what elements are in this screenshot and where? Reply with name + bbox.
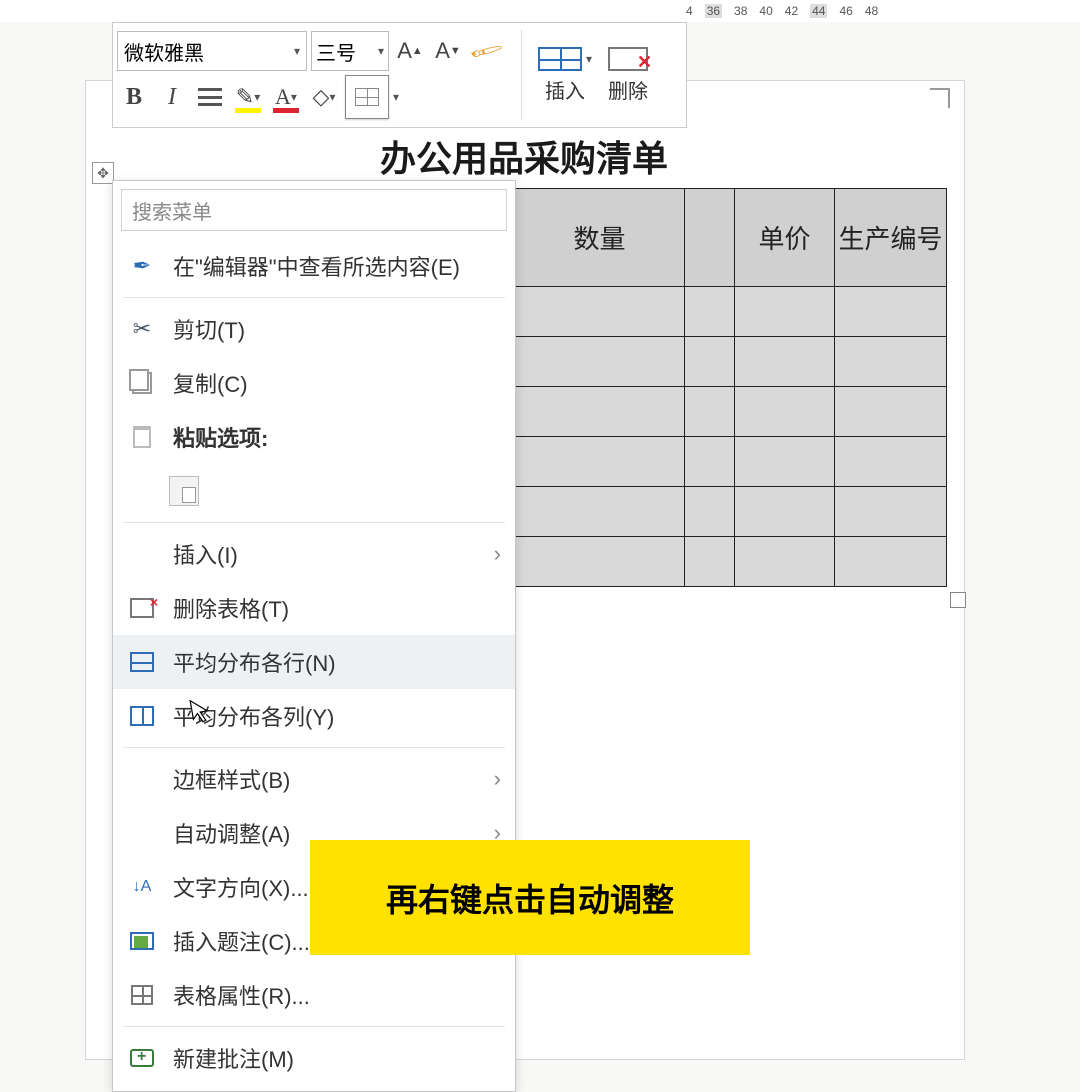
table-row bbox=[515, 537, 947, 587]
font-family-value: 微软雅黑 bbox=[124, 37, 204, 66]
delete-label: 删除 bbox=[608, 75, 648, 104]
table-row bbox=[515, 487, 947, 537]
chevron-right-icon: › bbox=[494, 541, 501, 567]
mini-toolbar: 微软雅黑 ▾ 三号 ▾ A▲ A▼ 🖌 B I ✎▾ A▾ ◇▾ ▾ ▾ bbox=[112, 22, 687, 128]
font-size-value: 三号 bbox=[316, 37, 356, 66]
borders-button[interactable] bbox=[345, 75, 389, 119]
menu-delete-table[interactable]: 删除表格(T) bbox=[113, 581, 515, 635]
bold-button[interactable]: B bbox=[117, 77, 151, 117]
chevron-down-icon[interactable]: ▾ bbox=[393, 90, 399, 104]
insert-table-icon bbox=[538, 47, 582, 71]
menu-copy[interactable]: 复制(C) bbox=[113, 356, 515, 410]
blank-icon bbox=[127, 764, 157, 794]
menu-label: 插入(I) bbox=[173, 538, 478, 570]
menu-label: 边框样式(B) bbox=[173, 763, 478, 795]
horizontal-ruler: 436384042444648 bbox=[0, 0, 1080, 22]
comment-icon bbox=[127, 1043, 157, 1073]
paste-option-keep-source[interactable] bbox=[113, 464, 515, 518]
menu-label: 表格属性(R)... bbox=[173, 979, 501, 1011]
table-header-price: 单价 bbox=[735, 189, 835, 287]
grid-icon bbox=[355, 88, 379, 106]
menu-label: 平均分布各列(Y) bbox=[173, 700, 501, 732]
menu-label: 平均分布各行(N) bbox=[173, 646, 501, 678]
page-margin-corner bbox=[930, 88, 950, 108]
insert-button[interactable]: ▾ 插入 bbox=[530, 43, 600, 108]
table-resize-handle[interactable] bbox=[950, 592, 966, 608]
line-spacing-button[interactable] bbox=[193, 77, 227, 117]
table-header-qty: 数量 bbox=[515, 189, 685, 287]
delete-table-icon bbox=[127, 593, 157, 623]
font-family-select[interactable]: 微软雅黑 ▾ bbox=[117, 31, 307, 71]
decrease-font-button[interactable]: A▼ bbox=[431, 31, 465, 71]
search-placeholder: 搜索菜单 bbox=[132, 196, 212, 225]
annotation-banner: 再右键点击自动调整 bbox=[310, 840, 750, 955]
menu-paste-options: 粘贴选项: bbox=[113, 410, 515, 464]
table-row bbox=[515, 387, 947, 437]
menu-new-comment[interactable]: 新建批注(M) bbox=[113, 1031, 515, 1085]
increase-font-button[interactable]: A▲ bbox=[393, 31, 427, 71]
menu-distribute-rows[interactable]: 平均分布各行(N) bbox=[113, 635, 515, 689]
menu-view-in-editor[interactable]: ✒ 在"编辑器"中查看所选内容(E) bbox=[113, 239, 515, 293]
annotation-text: 再右键点击自动调整 bbox=[386, 875, 674, 921]
table-move-handle[interactable]: ✥ bbox=[92, 162, 114, 184]
menu-table-properties[interactable]: 表格属性(R)... bbox=[113, 968, 515, 1022]
font-size-select[interactable]: 三号 ▾ bbox=[311, 31, 389, 71]
copy-icon bbox=[127, 368, 157, 398]
menu-label: 复制(C) bbox=[173, 367, 501, 399]
document-table[interactable]: 数量 单价 生产编号 bbox=[514, 188, 947, 587]
image-icon bbox=[127, 926, 157, 956]
text-direction-icon: ↓A bbox=[127, 872, 157, 902]
menu-label: 在"编辑器"中查看所选内容(E) bbox=[173, 250, 501, 282]
chevron-right-icon: › bbox=[494, 766, 501, 792]
pen-icon: ✒ bbox=[127, 251, 157, 281]
italic-button[interactable]: I bbox=[155, 77, 189, 117]
chevron-down-icon: ▾ bbox=[586, 52, 592, 66]
shading-button[interactable]: ◇▾ bbox=[307, 77, 341, 117]
table-header-blank bbox=[685, 189, 735, 287]
blank-icon bbox=[127, 539, 157, 569]
paste-option-icon bbox=[169, 476, 199, 506]
blank-icon bbox=[127, 818, 157, 848]
clipboard-icon bbox=[127, 422, 157, 452]
distribute-cols-icon bbox=[127, 701, 157, 731]
chevron-down-icon: ▾ bbox=[378, 44, 384, 58]
lines-icon bbox=[198, 88, 222, 106]
table-row bbox=[515, 337, 947, 387]
menu-insert[interactable]: 插入(I) › bbox=[113, 527, 515, 581]
menu-search-input[interactable]: 搜索菜单 bbox=[121, 189, 507, 231]
highlight-color-button[interactable]: ✎▾ bbox=[231, 77, 265, 117]
table-properties-icon bbox=[127, 980, 157, 1010]
menu-label: 新建批注(M) bbox=[173, 1042, 501, 1074]
distribute-rows-icon bbox=[127, 647, 157, 677]
insert-label: 插入 bbox=[545, 75, 585, 104]
document-title: 办公用品采购清单 bbox=[380, 130, 668, 182]
menu-border-style[interactable]: 边框样式(B) › bbox=[113, 752, 515, 806]
menu-label: 删除表格(T) bbox=[173, 592, 501, 624]
table-header-prodno: 生产编号 bbox=[835, 189, 947, 287]
menu-label: 剪切(T) bbox=[173, 313, 501, 345]
format-painter-button[interactable]: 🖌 bbox=[461, 25, 510, 77]
delete-button[interactable]: ✕ 删除 bbox=[600, 43, 656, 108]
chevron-down-icon: ▾ bbox=[294, 44, 300, 58]
scissors-icon: ✂ bbox=[127, 314, 157, 344]
font-color-button[interactable]: A▾ bbox=[269, 77, 303, 117]
context-menu: 搜索菜单 ✒ 在"编辑器"中查看所选内容(E) ✂ 剪切(T) 复制(C) 粘贴… bbox=[112, 180, 516, 1092]
delete-table-icon: ✕ bbox=[608, 47, 648, 71]
table-row bbox=[515, 437, 947, 487]
table-row bbox=[515, 287, 947, 337]
menu-cut[interactable]: ✂ 剪切(T) bbox=[113, 302, 515, 356]
menu-distribute-cols[interactable]: 平均分布各列(Y) bbox=[113, 689, 515, 743]
menu-label: 粘贴选项: bbox=[173, 421, 501, 453]
